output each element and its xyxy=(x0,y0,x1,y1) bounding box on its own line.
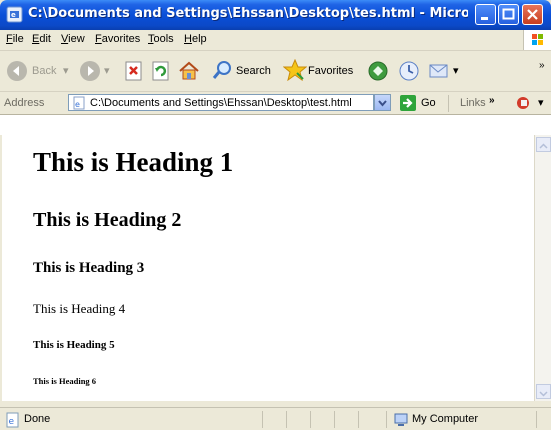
address-dropdown-button[interactable] xyxy=(374,94,391,111)
stop-icon[interactable] xyxy=(124,61,144,81)
standard-toolbar: Back ▾ ▾ Search Favorites ▾ » xyxy=(0,51,551,92)
window-title: C:\Documents and Settings\Ehssan\Desktop… xyxy=(28,6,468,21)
menu-bar: File Edit View Favorites Tools Help xyxy=(0,30,551,51)
history-icon[interactable] xyxy=(398,60,420,82)
mail-icon[interactable] xyxy=(428,60,452,82)
status-bar: e Done My Computer xyxy=(0,407,551,430)
chevron-up-icon xyxy=(539,143,548,149)
status-separator-5 xyxy=(358,411,359,428)
search-icon[interactable] xyxy=(211,59,233,81)
page-content: This is Heading 1 This is Heading 2 This… xyxy=(2,135,534,401)
menu-favorites[interactable]: Favorites xyxy=(95,33,140,45)
address-separator xyxy=(448,95,449,112)
vertical-scrollbar[interactable] xyxy=(534,135,551,401)
back-dropdown-icon[interactable]: ▾ xyxy=(63,64,69,77)
links-chevron-icon[interactable]: » xyxy=(489,95,495,106)
scroll-up-button[interactable] xyxy=(536,137,551,152)
status-separator-1 xyxy=(262,411,263,428)
title-bar[interactable]: e C:\Documents and Settings\Ehssan\Deskt… xyxy=(0,0,551,30)
heading-4: This is Heading 4 xyxy=(33,301,126,316)
my-computer-icon xyxy=(394,413,408,426)
minimize-button[interactable] xyxy=(475,4,496,25)
minimize-icon xyxy=(481,17,488,20)
links-label[interactable]: Links xyxy=(460,97,486,109)
back-label[interactable]: Back xyxy=(32,65,56,77)
go-arrow-icon xyxy=(403,98,413,108)
status-separator-6 xyxy=(386,411,387,428)
go-label[interactable]: Go xyxy=(421,97,436,109)
media-icon[interactable] xyxy=(367,60,389,82)
close-button[interactable] xyxy=(522,4,543,25)
windows-flag-icon xyxy=(532,34,543,45)
svg-text:e: e xyxy=(9,417,15,427)
favorites-icon[interactable] xyxy=(283,59,307,81)
mail-dropdown-icon[interactable]: ▾ xyxy=(453,64,459,77)
go-button[interactable] xyxy=(400,95,416,111)
forward-icon[interactable] xyxy=(79,60,101,82)
status-separator-4 xyxy=(334,411,335,428)
chevron-down-icon xyxy=(539,391,548,397)
windows-logo xyxy=(523,30,551,50)
toolbar-chevron-icon[interactable]: » xyxy=(539,60,545,71)
ie-icon: e xyxy=(6,6,23,23)
content-top-spacer xyxy=(0,115,551,135)
page-done-icon: e xyxy=(6,412,19,428)
back-icon[interactable] xyxy=(6,60,28,82)
menu-file[interactable]: File xyxy=(6,33,24,45)
home-icon[interactable] xyxy=(178,60,200,82)
heading-1: This is Heading 1 xyxy=(33,147,234,177)
browser-window: e C:\Documents and Settings\Ehssan\Deskt… xyxy=(0,0,551,430)
maximize-button[interactable] xyxy=(498,4,519,25)
address-input[interactable]: e C:\Documents and Settings\Ehssan\Deskt… xyxy=(68,94,374,111)
page-icon: e xyxy=(73,96,85,110)
heading-5: This is Heading 5 xyxy=(33,339,115,351)
translate-dropdown-icon[interactable]: ▾ xyxy=(538,96,544,109)
heading-2: This is Heading 2 xyxy=(33,209,182,231)
status-separator-2 xyxy=(286,411,287,428)
status-text: Done xyxy=(24,413,51,425)
security-zone: My Computer xyxy=(412,413,479,425)
menu-tools[interactable]: Tools xyxy=(148,33,174,45)
search-label[interactable]: Search xyxy=(236,65,271,77)
maximize-icon xyxy=(502,8,515,20)
address-value: C:\Documents and Settings\Ehssan\Desktop… xyxy=(90,97,352,109)
close-icon xyxy=(527,9,538,20)
menu-view[interactable]: View xyxy=(61,33,85,45)
menu-help[interactable]: Help xyxy=(184,33,207,45)
favorites-label[interactable]: Favorites xyxy=(308,65,353,77)
address-bar: Address e C:\Documents and Settings\Ehss… xyxy=(0,92,551,115)
refresh-icon[interactable] xyxy=(151,61,171,81)
heading-3: This is Heading 3 xyxy=(33,260,145,276)
svg-text:e: e xyxy=(11,11,16,19)
status-separator-3 xyxy=(310,411,311,428)
forward-dropdown-icon[interactable]: ▾ xyxy=(104,64,110,77)
chevron-down-icon xyxy=(378,100,387,107)
svg-text:e: e xyxy=(75,100,80,109)
status-separator-7 xyxy=(536,411,537,428)
translate-icon[interactable] xyxy=(515,95,533,111)
heading-6: This is Heading 6 xyxy=(33,376,97,386)
address-label: Address xyxy=(4,97,45,109)
scroll-down-button[interactable] xyxy=(536,384,551,399)
menu-edit[interactable]: Edit xyxy=(32,33,51,45)
